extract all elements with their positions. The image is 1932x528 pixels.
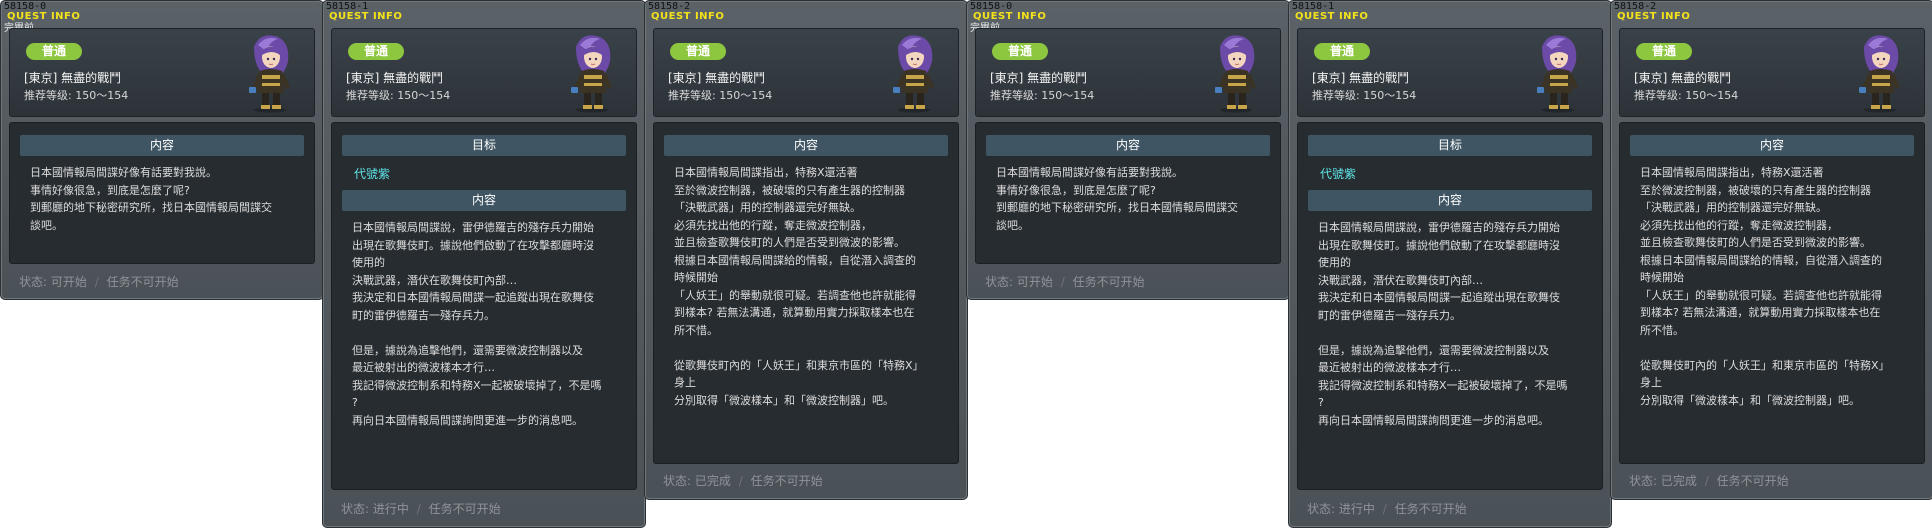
difficulty-badge: 普通	[1314, 43, 1370, 60]
recommended-level: 推荐等级: 150～154	[24, 89, 129, 102]
status-label: 状态:	[663, 474, 692, 488]
quest-panel-0: 58158-0 QUEST INFO 完畢前 普通 [東京] 無盡的戰鬥 推荐等…	[0, 0, 324, 300]
quest-header: 普通 [東京] 無盡的戰鬥 推荐等级: 150～154	[331, 28, 637, 117]
quest-header: 普通 [東京] 無盡的戰鬥 推荐等级: 150～154	[1297, 28, 1603, 117]
status-separator: /	[1060, 275, 1065, 289]
status-extra: 任务不可开始	[1716, 474, 1789, 488]
npc-avatar-icon	[1850, 33, 1910, 113]
content-text: 日本國情報局間諜好像有話要對我說。 事情好像很急，到底是怎麼了呢? 到郵廳的地下…	[996, 166, 1238, 232]
quest-status: 状态: 已完成 / 任务不可开始	[663, 474, 823, 488]
content-text: 日本國情報局間諜說，雷伊德羅吉的殘存兵力開始 出現在歌舞伎町。據說他們啟動了在攻…	[1318, 221, 1568, 427]
quest-info-label: QUEST INFO	[7, 11, 81, 22]
quest-body: 目标 代號紫 内容 日本國情報局間諜說，雷伊德羅吉的殘存兵力開始 出現在歌舞伎町…	[331, 122, 637, 490]
quest-header: 普通 [東京] 無盡的戰鬥 推荐等级: 150～154	[653, 28, 959, 117]
quest-panel-5: 58158-2 QUEST INFO 普通 [東京] 無盡的戰鬥 推荐等级: 1…	[1610, 0, 1932, 500]
quest-header: 普通 [東京] 無盡的戰鬥 推荐等级: 150～154	[1619, 28, 1925, 117]
status-extra: 任务不可开始	[1394, 502, 1467, 516]
content-header: 内容	[20, 135, 304, 156]
quest-info-label: QUEST INFO	[1617, 11, 1691, 22]
quest-status: 状态: 已完成 / 任务不可开始	[1629, 474, 1789, 488]
status-separator: /	[1382, 502, 1387, 516]
status-value: 可开始	[1016, 275, 1053, 289]
quest-title: [東京] 無盡的戰鬥	[1312, 71, 1410, 85]
content-text: 日本國情報局間諜指出，特務X還活著 至於微波控制器，被破壞的只有產生器的控制器 …	[674, 166, 924, 407]
target-value: 代號紫	[354, 167, 391, 181]
quest-header: 普通 [東京] 無盡的戰鬥 推荐等级: 150～154	[9, 28, 315, 117]
status-extra: 任务不可开始	[750, 474, 823, 488]
quest-body: 内容 日本國情報局間諜好像有話要對我說。 事情好像很急，到底是怎麼了呢? 到郵廳…	[975, 122, 1281, 264]
status-label: 状态:	[341, 502, 370, 516]
npc-avatar-icon	[1206, 33, 1266, 113]
recommended-level: 推荐等级: 150～154	[1634, 89, 1739, 102]
content-header: 内容	[1630, 135, 1914, 156]
content-text: 日本國情報局間諜指出，特務X還活著 至於微波控制器，被破壞的只有產生器的控制器 …	[1640, 166, 1890, 407]
content-header: 内容	[342, 190, 626, 211]
status-label: 状态:	[19, 275, 48, 289]
difficulty-badge: 普通	[348, 43, 404, 60]
npc-avatar-icon	[884, 33, 944, 113]
status-value: 已完成	[694, 474, 731, 488]
status-value: 进行中	[372, 502, 409, 516]
recommended-level: 推荐等级: 150～154	[668, 89, 773, 102]
npc-avatar-icon	[240, 33, 300, 113]
quest-title: [東京] 無盡的戰鬥	[346, 71, 444, 85]
status-value: 可开始	[50, 275, 87, 289]
content-text: 日本國情報局間諜說，雷伊德羅吉的殘存兵力開始 出現在歌舞伎町。據說他們啟動了在攻…	[352, 221, 602, 427]
quest-info-label: QUEST INFO	[1295, 11, 1369, 22]
status-extra: 任务不可开始	[428, 502, 501, 516]
status-separator: /	[416, 502, 421, 516]
quest-title: [東京] 無盡的戰鬥	[24, 71, 122, 85]
target-header: 目标	[1308, 135, 1592, 156]
quest-header: 普通 [東京] 無盡的戰鬥 推荐等级: 150～154	[975, 28, 1281, 117]
content-header: 内容	[1308, 190, 1592, 211]
quest-title: [東京] 無盡的戰鬥	[668, 71, 766, 85]
difficulty-badge: 普通	[670, 43, 726, 60]
difficulty-badge: 普通	[26, 43, 82, 60]
status-label: 状态:	[1629, 474, 1658, 488]
content-text: 日本國情報局間諜好像有話要對我說。 事情好像很急，到底是怎麼了呢? 到郵廳的地下…	[30, 166, 272, 232]
status-label: 状态:	[1307, 502, 1336, 516]
quest-body: 目标 代號紫 内容 日本國情報局間諜說，雷伊德羅吉的殘存兵力開始 出現在歌舞伎町…	[1297, 122, 1603, 490]
quest-status: 状态: 进行中 / 任务不可开始	[341, 502, 501, 516]
quest-info-label: QUEST INFO	[329, 11, 403, 22]
quest-title: [東京] 無盡的戰鬥	[990, 71, 1088, 85]
status-extra: 任务不可开始	[1072, 275, 1145, 289]
target-value: 代號紫	[1320, 167, 1357, 181]
target-header: 目标	[342, 135, 626, 156]
quest-panel-1: 58158-1 QUEST INFO 普通 [東京] 無盡的戰鬥 推荐等级: 1…	[322, 0, 646, 528]
quest-body: 内容 日本國情報局間諜好像有話要對我說。 事情好像很急，到底是怎麼了呢? 到郵廳…	[9, 122, 315, 264]
status-separator: /	[1704, 474, 1709, 488]
recommended-level: 推荐等级: 150～154	[346, 89, 451, 102]
difficulty-badge: 普通	[1636, 43, 1692, 60]
recommended-level: 推荐等级: 150～154	[990, 89, 1095, 102]
recommended-level: 推荐等级: 150～154	[1312, 89, 1417, 102]
status-extra: 任务不可开始	[106, 275, 179, 289]
quest-status: 状态: 进行中 / 任务不可开始	[1307, 502, 1467, 516]
npc-avatar-icon	[562, 33, 622, 113]
quest-panel-2: 58158-2 QUEST INFO 普通 [東京] 無盡的戰鬥 推荐等级: 1…	[644, 0, 968, 500]
quest-title: [東京] 無盡的戰鬥	[1634, 71, 1732, 85]
quest-status: 状态: 可开始 / 任务不可开始	[19, 275, 179, 289]
status-value: 进行中	[1338, 502, 1375, 516]
quest-info-label: QUEST INFO	[651, 11, 725, 22]
quest-panel-3: 58158-0 QUEST INFO 完畢前 普通 [東京] 無盡的戰鬥 推荐等…	[966, 0, 1290, 300]
content-header: 内容	[664, 135, 948, 156]
content-header: 内容	[986, 135, 1270, 156]
status-label: 状态:	[985, 275, 1014, 289]
quest-body: 内容 日本國情報局間諜指出，特務X還活著 至於微波控制器，被破壞的只有產生器的控…	[653, 122, 959, 464]
status-separator: /	[94, 275, 99, 289]
difficulty-badge: 普通	[992, 43, 1048, 60]
quest-panel-4: 58158-1 QUEST INFO 普通 [東京] 無盡的戰鬥 推荐等级: 1…	[1288, 0, 1612, 528]
status-separator: /	[738, 474, 743, 488]
npc-avatar-icon	[1528, 33, 1588, 113]
quest-status: 状态: 可开始 / 任务不可开始	[985, 275, 1145, 289]
quest-info-label: QUEST INFO	[973, 11, 1047, 22]
quest-body: 内容 日本國情報局間諜指出，特務X還活著 至於微波控制器，被破壞的只有產生器的控…	[1619, 122, 1925, 464]
status-value: 已完成	[1660, 474, 1697, 488]
